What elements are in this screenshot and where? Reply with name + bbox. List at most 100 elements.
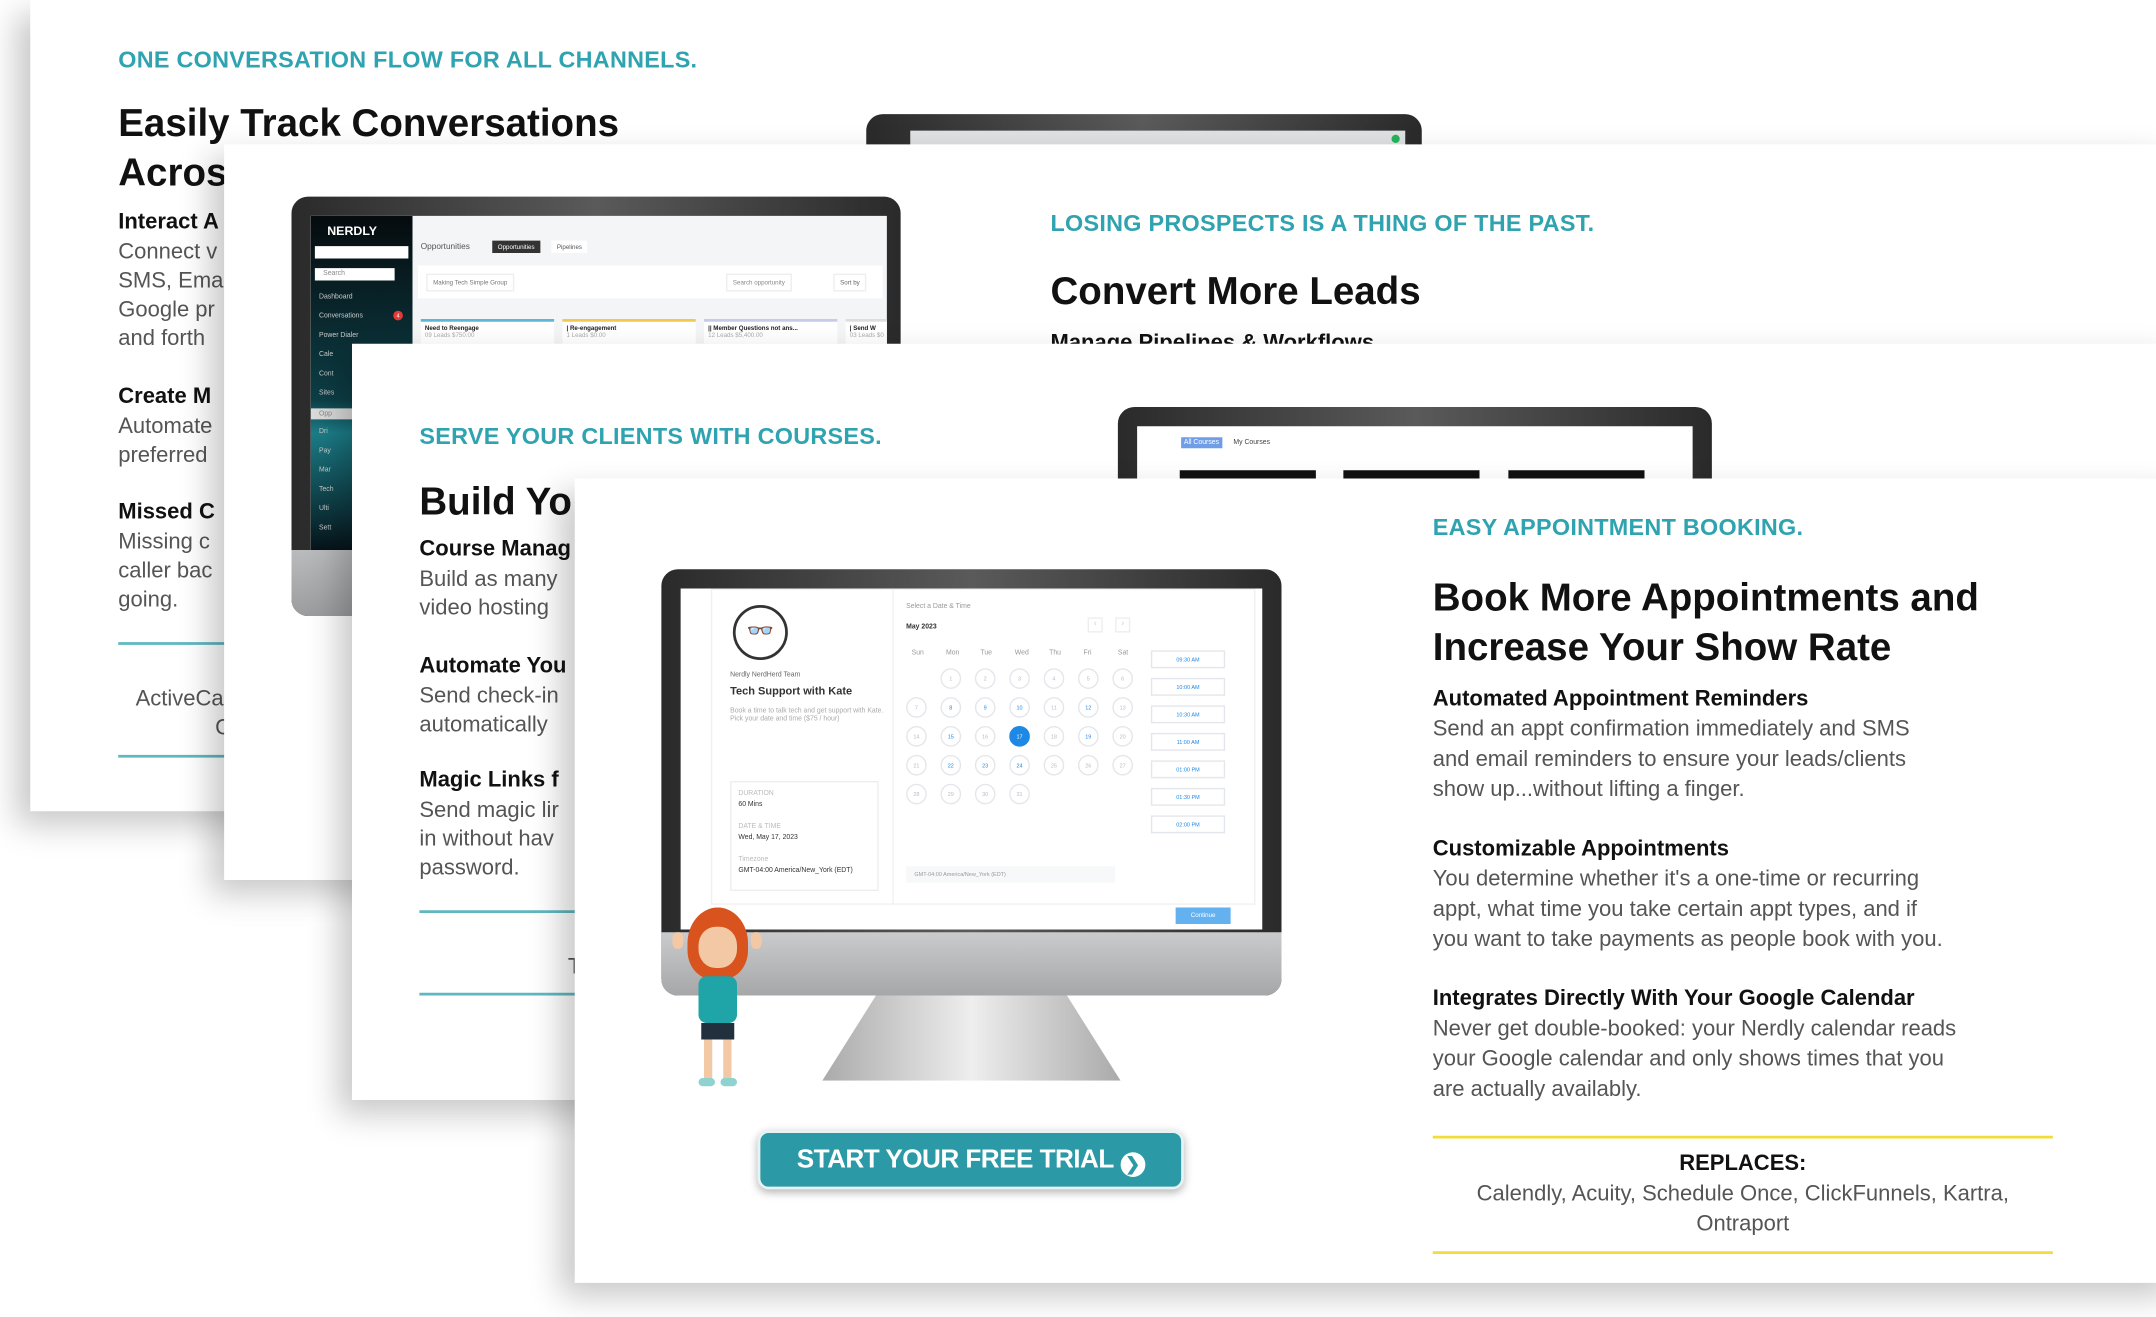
feature-title: Integrates Directly With Your Google Cal… [1432,987,1915,1011]
time-slot[interactable]: 11:00 AM [1150,732,1226,751]
pipeline-stage[interactable]: | Send W 03 Leads $0 [845,319,887,344]
booking-screen: 👓 Nerdly NerdHerd Team Tech Support with… [680,588,1263,930]
weekday-label: Wed [1014,649,1029,658]
calendar-day[interactable]: 31 [1009,783,1030,805]
month-label: May 2023 [906,622,937,632]
event-description: Book a time to talk tech and get support… [730,706,884,724]
search-opportunity-input[interactable]: Search opportunity [726,273,792,292]
divider [1432,1251,2053,1254]
kicker: LOSING PROSPECTS IS A THING OF THE PAST. [1050,210,1595,237]
time-slot[interactable]: 09:30 AM [1150,650,1226,669]
feature-text: Connect v SMS, Ema Google pr and forth [118,240,224,351]
feature-text: Send an appt confirmation immediately an… [1432,717,1910,802]
calendar-day[interactable]: 4 [1043,668,1065,689]
time-slot[interactable]: 10:00 AM [1150,677,1226,696]
calendar-day[interactable]: 6 [1112,668,1133,689]
calendar-day[interactable]: 17 [1009,726,1030,747]
weekday-label: Sun [911,649,924,658]
sidebar-item[interactable]: Tech [319,485,334,493]
calendar-day[interactable]: 15 [940,726,962,747]
calendar-day[interactable]: 25 [1043,754,1065,776]
calendar-day[interactable]: 26 [1078,754,1099,776]
calendar-day[interactable]: 16 [974,726,996,747]
calendar-day[interactable]: 29 [940,783,962,805]
sidebar-item[interactable]: Sites [319,389,334,397]
weekday-label: Tue [980,649,992,658]
pipeline-stage[interactable]: | Re-engagement 1 Leads $0.00 [562,319,696,344]
time-slot[interactable]: 10:30 AM [1150,705,1226,724]
weekday-label: Mon [946,649,960,658]
calendar-day[interactable]: 23 [974,754,996,776]
replaces-label: REPLACES: [1679,1152,1807,1176]
pipeline-stage[interactable]: || Member Questions not ans... 12 Leads $… [704,319,838,344]
divider [1432,1135,2053,1139]
calendar-day[interactable]: 2 [974,668,996,689]
time-slot[interactable]: 01:00 PM [1150,760,1226,779]
calendar-day[interactable]: 14 [906,726,927,747]
calendar-day[interactable]: 1 [940,668,962,689]
replaces-text: ActiveCar C [135,687,231,740]
kicker: SERVE YOUR CLIENTS WITH COURSES. [419,423,882,450]
sidebar-item[interactable]: Ulti [319,505,329,513]
sidebar-item[interactable]: Conversations [319,312,363,320]
sidebar-item[interactable]: Cale [319,351,333,359]
calendar-day[interactable]: 24 [1009,754,1030,776]
time-slot[interactable]: 01:30 PM [1150,787,1226,806]
sidebar-item[interactable]: Power Dialer [319,331,358,339]
calendar-day[interactable]: 20 [1112,726,1133,747]
calendar-day[interactable]: 10 [1009,697,1030,718]
feature-title: Create M [118,385,212,409]
page-title: Opportunities [420,243,470,252]
chevron-circle-right-icon: ❯ [1119,1152,1145,1177]
weekday-label: Thu [1049,649,1061,658]
event-title: Tech Support with Kate [730,684,853,698]
logo: NERDLY [327,224,378,238]
calendar-day[interactable]: 19 [1078,726,1099,747]
feature-text: Build as many video hosting [419,567,558,621]
sidebar-item[interactable]: Sett [319,524,331,532]
tab-my-courses[interactable]: My Courses [1233,439,1270,447]
tab-all-courses[interactable]: All Courses [1181,437,1222,449]
search-input[interactable]: Search [314,268,395,281]
calendar-day[interactable]: 27 [1112,754,1133,776]
feature-title: Course Manag [419,537,571,561]
calendar-day[interactable]: 13 [1112,697,1133,718]
notification-badge: 4 [393,310,403,321]
pipeline-select[interactable]: Making Tech Simple Group [426,273,515,292]
feature-text: Automate preferred [118,415,213,468]
prev-month-button[interactable]: ‹ [1087,617,1103,633]
tab-pipelines[interactable]: Pipelines [551,240,588,253]
tab-opportunities[interactable]: Opportunities [492,240,541,253]
calendar-day[interactable]: 18 [1043,726,1065,747]
team-name: Nerdly NerdHerd Team [730,671,801,680]
calendar-day[interactable]: 5 [1078,668,1099,689]
time-slot[interactable]: 02:00 PM [1150,815,1226,834]
sidebar-item[interactable]: Cont [319,370,334,378]
avatar-character [668,907,764,1094]
pipeline-stage[interactable]: Need to Reengage 09 Leads $750.00 [420,319,555,344]
calendar-day[interactable]: 3 [1009,668,1030,689]
calendar-day[interactable]: 28 [906,783,927,805]
continue-button[interactable]: Continue [1175,907,1231,924]
calendar-day[interactable]: 9 [974,697,996,718]
feature-text: Send magic lir in without hav password. [419,798,559,880]
calendar-day[interactable]: 30 [974,783,996,805]
calendar-day[interactable]: 21 [906,754,927,776]
sidebar-item[interactable]: Pay [319,447,331,455]
start-free-trial-button[interactable]: START YOUR FREE TRIAL ❯ [757,1130,1184,1190]
calendar-day[interactable]: 11 [1043,697,1065,718]
calendar-day[interactable]: 12 [1078,697,1099,718]
sidebar-item[interactable]: Mar [319,466,331,474]
feature-title: Missed C [118,500,215,524]
feature-title: Interact A [118,210,219,234]
next-month-button[interactable]: › [1115,617,1131,633]
sidebar-item[interactable]: Dashboard [319,293,353,301]
sidebar-item[interactable]: Dri [319,428,328,436]
calendar-day[interactable]: 7 [906,697,927,718]
card-title: Book More Appointments and Increase Your … [1432,576,1979,669]
account-select[interactable] [314,246,409,259]
calendar-day[interactable]: 8 [940,697,962,718]
sort-dropdown[interactable]: Sort by [833,273,867,292]
timezone-select[interactable]: GMT-04:00 America/New_York (EDT) [906,866,1116,883]
calendar-day[interactable]: 22 [940,754,962,776]
